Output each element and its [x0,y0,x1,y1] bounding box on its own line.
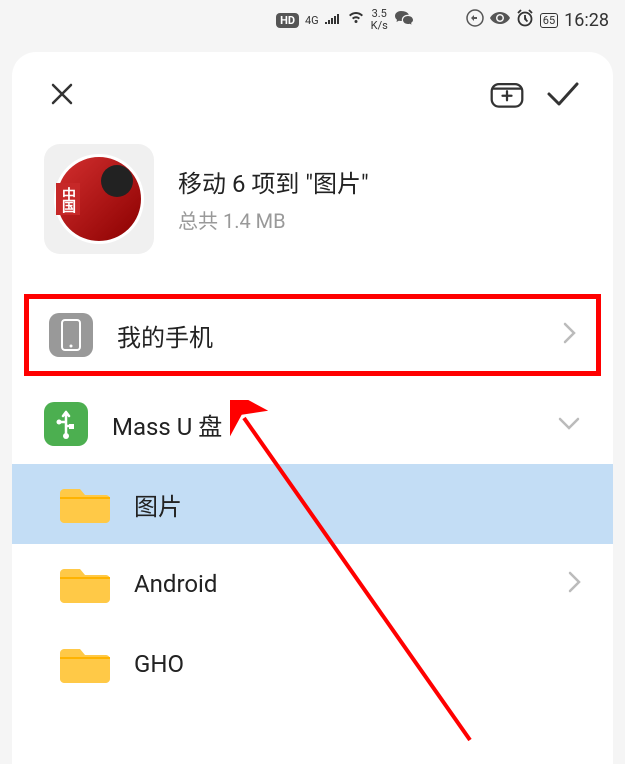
list-item-label: 图片 [134,487,581,522]
hd-icon: HD [276,13,299,28]
destination-list: 我的手机 Mass U 盘 图片 Android [12,294,613,704]
confirm-button[interactable] [545,76,581,112]
battery-icon: 65 [540,13,558,28]
signal-icon [325,12,341,28]
list-item-label: Android [134,570,543,598]
folder-icon [60,482,110,526]
phone-icon [49,313,93,357]
list-item-gho[interactable]: GHO [12,624,613,704]
close-button[interactable] [44,76,80,112]
wifi-icon [347,11,365,29]
chevron-right-icon [567,570,581,598]
clock-time: 16:28 [564,10,609,31]
move-title: 移动 6 项到 "图片" [178,164,581,199]
chevron-right-icon [562,321,576,349]
status-bar: HD 4G 3.5K/s 65 16:28 [0,0,625,40]
move-size: 总共 1.4 MB [178,205,581,234]
list-item-phone[interactable]: 我的手机 [24,294,601,376]
list-item-label: Mass U 盘 [112,407,533,442]
list-item-pictures[interactable]: 图片 [12,464,613,544]
network-speed: 3.5K/s [371,8,388,32]
list-item-usb[interactable]: Mass U 盘 [12,384,613,464]
sheet-header [12,52,613,124]
info-row: 中国 移动 6 项到 "图片" 总共 1.4 MB [12,124,613,286]
network-4g-icon: 4G [305,14,319,27]
usb-icon [44,402,88,446]
sync-icon [466,9,484,31]
wechat-icon [394,9,414,31]
list-item-label: GHO [134,650,581,678]
status-icons: HD 4G 3.5K/s 65 16:28 [276,8,609,32]
list-item-android[interactable]: Android [12,544,613,624]
alarm-icon [516,9,534,31]
move-sheet: 中国 移动 6 项到 "图片" 总共 1.4 MB 我的手机 Mass U 盘 [12,52,613,764]
list-item-label: 我的手机 [117,318,538,353]
chevron-down-icon [557,415,581,434]
folder-icon [60,562,110,606]
new-folder-button[interactable] [489,76,525,112]
folder-icon [60,642,110,686]
file-thumbnail: 中国 [44,144,154,254]
eye-icon [490,11,510,29]
